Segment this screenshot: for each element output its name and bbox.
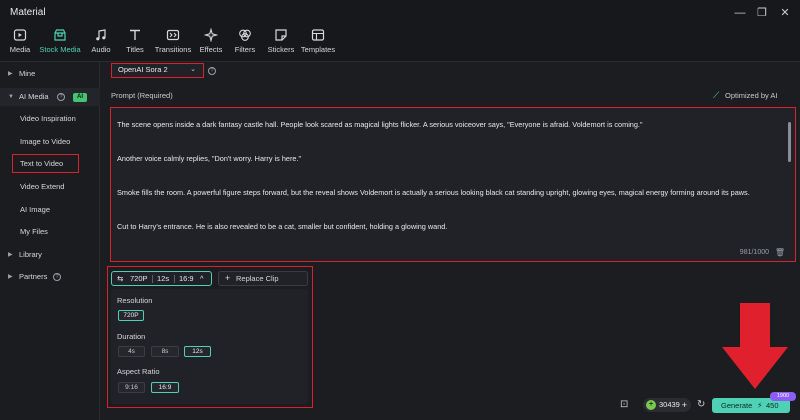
transitions-icon [166, 29, 180, 41]
text-t-icon [130, 29, 140, 40]
caret-right-icon: ▶ [8, 274, 13, 280]
credits-count: 30439 [659, 400, 680, 409]
coin-icon: + [646, 400, 656, 410]
highlight-box [12, 154, 79, 173]
add-credits-icon: + [681, 400, 687, 410]
sidebar-item-my-files[interactable]: My Files [20, 223, 48, 241]
filters-icon [239, 29, 251, 41]
restore-icon[interactable]: ❐ [752, 5, 772, 21]
sidebar-item-ai-image[interactable]: AI Image [20, 201, 50, 219]
ai-optimize-icon: ⟋ [713, 90, 720, 100]
tab-media[interactable]: Media [6, 28, 34, 54]
sliders-icon: ⇆ [117, 274, 124, 283]
duration-option-12s[interactable]: 12s [184, 346, 211, 357]
help-icon[interactable]: ? [53, 273, 61, 281]
templates-icon [311, 29, 325, 41]
summary-resolution: 720P [130, 274, 148, 283]
help-icon[interactable]: ? [57, 93, 65, 101]
ai-badge: AI [73, 93, 87, 102]
red-arrow-icon [722, 303, 788, 389]
credits-balance[interactable]: + 30439 + [643, 398, 691, 412]
chevron-up-icon: ^ [200, 274, 204, 283]
tab-effects[interactable]: Effects [197, 28, 225, 54]
effects-sparkle-icon [204, 28, 218, 42]
prompt-line: Smoke fills the room. A powerful figure … [117, 188, 750, 197]
sidebar-item-image-to-video[interactable]: Image to Video [20, 133, 70, 151]
duration-label: Duration [117, 332, 146, 341]
stock-media-icon [54, 29, 66, 41]
lightning-icon: ⚡ [757, 401, 763, 410]
summary-aspect: 16:9 [179, 274, 194, 283]
screenshot-icon[interactable]: ⊡ [620, 399, 628, 410]
window-title: Material [10, 7, 46, 18]
tab-templates[interactable]: Templates [300, 28, 336, 54]
chevron-down-icon: ⌄ [190, 66, 196, 73]
summary-duration: 12s [157, 274, 170, 283]
sidebar-item-video-extend[interactable]: Video Extend [20, 178, 64, 196]
sidebar-item-video-inspiration[interactable]: Video Inspiration [20, 110, 76, 128]
duration-option-4s[interactable]: 4s [118, 346, 145, 357]
sidebar-item-ai-media[interactable]: ▼ AI Media ? AI [0, 88, 100, 106]
replace-clip-button[interactable]: + Replace Clip [218, 271, 308, 286]
tab-stock-media[interactable]: Stock Media [37, 28, 83, 54]
close-icon[interactable]: ✕ [775, 5, 795, 21]
music-note-icon [96, 29, 106, 41]
model-select[interactable]: OpenAI Sora 2 ⌄ [111, 63, 204, 78]
media-toolbar: Media Stock Media Audio Titles Transitio… [0, 26, 800, 62]
char-count: 981/1000 [739, 249, 769, 256]
prompt-line: Cut to Harry's entrance. He is also reve… [117, 222, 448, 231]
tab-audio[interactable]: Audio [88, 28, 114, 54]
duration-option-8s[interactable]: 8s [151, 346, 179, 357]
resolution-option-720p[interactable]: 720P [118, 310, 144, 321]
caret-right-icon: ▶ [8, 252, 13, 258]
tab-stickers[interactable]: Stickers [266, 28, 296, 54]
aspect-ratio-label: Aspect Ratio [117, 367, 160, 376]
model-select-value: OpenAI Sora 2 [118, 65, 168, 74]
minimize-icon[interactable]: — [730, 5, 750, 21]
tab-transitions[interactable]: Transitions [154, 28, 192, 54]
resolution-label: Resolution [117, 296, 153, 305]
prompt-textarea[interactable]: The scene opens inside a dark fantasy ca… [110, 107, 796, 262]
credits-badge: 1900 [770, 392, 796, 401]
title-bar: Material — ❐ ✕ [0, 0, 800, 26]
prompt-label: Prompt (Required) [111, 91, 173, 100]
prompt-line: Another voice calmly replies, "Don't wor… [117, 154, 302, 163]
refresh-icon[interactable]: ↻ [697, 399, 705, 410]
sticker-icon [275, 29, 287, 41]
model-help-icon[interactable]: ? [208, 67, 216, 75]
plus-icon: + [225, 273, 231, 283]
tab-filters[interactable]: Filters [232, 28, 258, 54]
prompt-scrollbar[interactable] [788, 122, 791, 162]
aspect-option-16-9[interactable]: 16:9 [151, 382, 179, 393]
sidebar: ▶ Mine ▼ AI Media ? AI Video Inspiration… [0, 62, 100, 420]
sidebar-item-partners[interactable]: ▶ Partners ? [0, 268, 100, 286]
tab-titles[interactable]: Titles [122, 28, 148, 54]
optimized-by-ai-toggle[interactable]: Optimized by AI [725, 91, 778, 100]
caret-right-icon: ▶ [8, 71, 13, 77]
prompt-line: The scene opens inside a dark fantasy ca… [117, 120, 643, 129]
trash-icon[interactable]: 🗑 [775, 248, 785, 257]
aspect-option-9-16[interactable]: 9:16 [118, 382, 145, 393]
media-icon [13, 29, 27, 41]
settings-summary-toggle[interactable]: ⇆ 720P 12s 16:9 ^ [111, 271, 212, 286]
caret-down-icon: ▼ [8, 94, 14, 100]
sidebar-item-library[interactable]: ▶ Library [0, 246, 100, 264]
sidebar-item-mine[interactable]: ▶ Mine [0, 65, 100, 83]
